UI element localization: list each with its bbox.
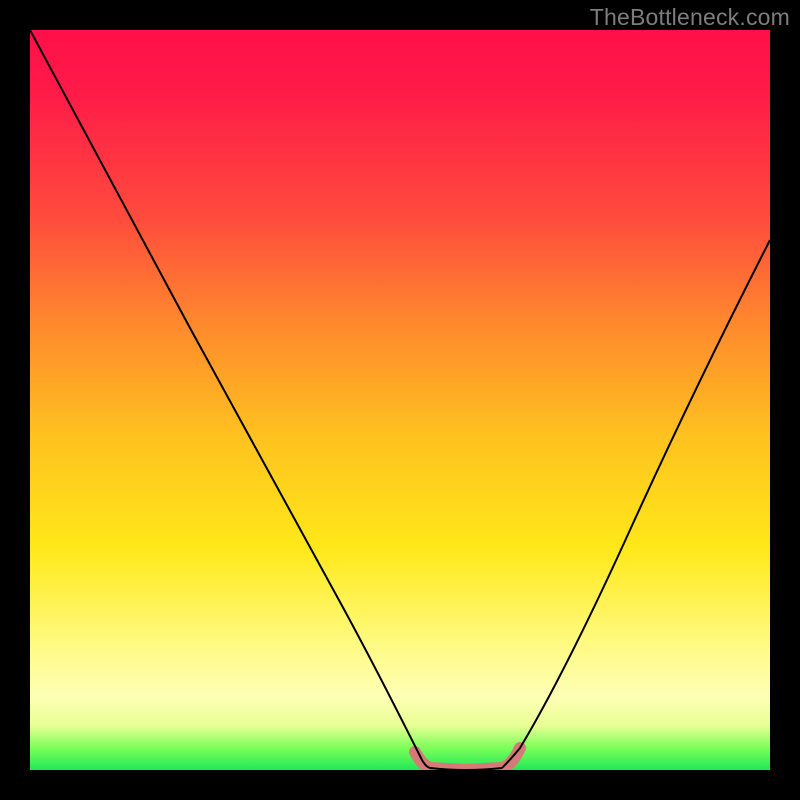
- watermark-text: TheBottleneck.com: [590, 4, 790, 31]
- plot-area: [30, 30, 770, 770]
- curve-right: [502, 240, 770, 768]
- chart-frame: TheBottleneck.com: [0, 0, 800, 800]
- curve-left: [30, 30, 430, 768]
- curves-svg: [30, 30, 770, 770]
